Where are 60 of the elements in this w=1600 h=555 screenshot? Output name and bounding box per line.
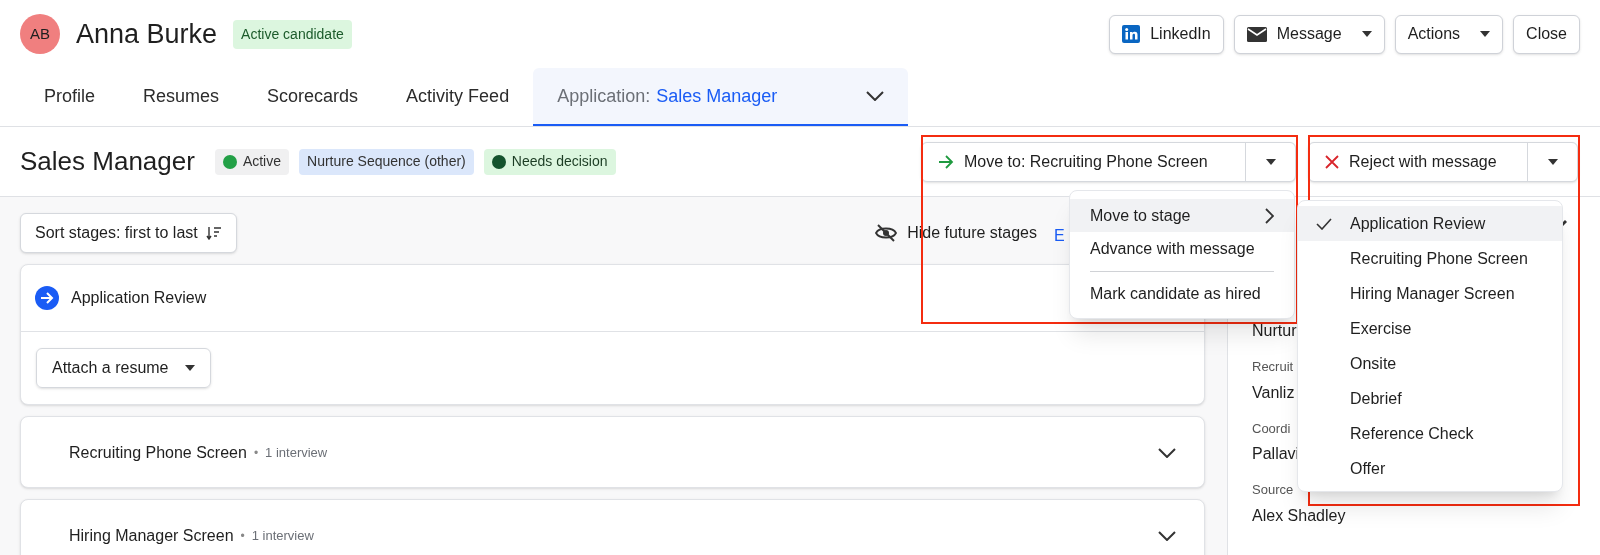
bullet-separator: • — [253, 445, 259, 462]
field-value: Nurtur — [1252, 321, 1297, 341]
envelope-icon — [1246, 26, 1267, 42]
menu-item[interactable]: Move to stage — [1070, 199, 1294, 232]
caret-icon — [1265, 158, 1276, 165]
in-logo-icon — [1122, 25, 1141, 43]
menu-item[interactable]: Hiring Manager Screen — [1298, 276, 1562, 311]
sort-button[interactable]: Sort stages: first to last — [20, 213, 237, 253]
tab[interactable]: Resumes — [119, 68, 244, 126]
actions-button[interactable]: Actions — [1394, 14, 1504, 54]
stage-name: Hiring Manager Screen — [69, 526, 234, 546]
field-value: Vanliz — [1252, 382, 1295, 403]
menu-item[interactable]: Onsite — [1298, 346, 1562, 381]
tab[interactable]: Scorecards — [243, 68, 383, 126]
field-label: Recruit — [1252, 358, 1294, 376]
caret-icon — [1480, 31, 1491, 37]
job-title: Sales Manager — [20, 145, 195, 178]
tab[interactable]: Profile — [20, 68, 120, 126]
field-label: Coordi — [1252, 419, 1291, 438]
menu-item[interactable]: Application Review — [1298, 206, 1562, 241]
arrow-right-icon — [938, 154, 954, 169]
caret-icon — [184, 365, 195, 371]
field-label: Source — [1252, 481, 1294, 499]
status-badge: Active — [214, 148, 289, 175]
menu-item[interactable]: Advance with message — [1070, 232, 1294, 265]
close-icon — [1325, 154, 1339, 169]
interview-count: 1 interview — [251, 527, 314, 546]
link[interactable]: E — [1054, 224, 1065, 248]
menu-item[interactable]: Exercise — [1298, 311, 1562, 346]
eye-slash-icon — [875, 224, 898, 242]
bullet-separator: • — [240, 528, 245, 545]
candidate-name: Anna Burke — [76, 17, 218, 51]
menu-item[interactable]: Mark candidate as hired — [1070, 265, 1294, 310]
sort-icon — [205, 226, 222, 240]
interview-count: 1 interview — [265, 444, 328, 463]
tab[interactable]: Activity Feed — [382, 68, 534, 126]
chevron-down-icon — [1158, 448, 1176, 458]
message-button[interactable]: Message — [1233, 14, 1385, 54]
close-button[interactable]: Close — [1513, 14, 1580, 54]
tab[interactable]: Application: Sales Manager — [533, 68, 909, 126]
stage-name: Recruiting Phone Screen — [69, 443, 247, 463]
chevron-down-icon — [1158, 531, 1176, 541]
arrow-circle-icon — [35, 286, 59, 310]
field-value: Alex Shadley — [1252, 505, 1346, 526]
stage-name: Application Review — [71, 288, 207, 308]
avatar: AB — [20, 14, 60, 54]
chevron-down-icon — [866, 91, 885, 101]
caret-icon — [1361, 31, 1372, 37]
attach-resume-button[interactable]: Attach a resume — [36, 348, 211, 388]
menu-item[interactable]: Offer — [1298, 451, 1562, 486]
caret-icon — [1547, 158, 1558, 165]
status-badge: Active candidate — [233, 19, 352, 49]
checkmark-icon — [1316, 217, 1332, 230]
chevron-right-icon — [1265, 207, 1274, 224]
status-badge: Nurture Sequence (other) — [299, 148, 474, 175]
menu-item[interactable]: Debrief — [1298, 381, 1562, 416]
linkedin-button[interactable]: LinkedIn — [1109, 14, 1224, 54]
menu-item[interactable]: Reference Check — [1298, 416, 1562, 451]
menu-item[interactable]: Recruiting Phone Screen — [1298, 241, 1562, 276]
status-badge: Needs decision — [483, 148, 616, 175]
